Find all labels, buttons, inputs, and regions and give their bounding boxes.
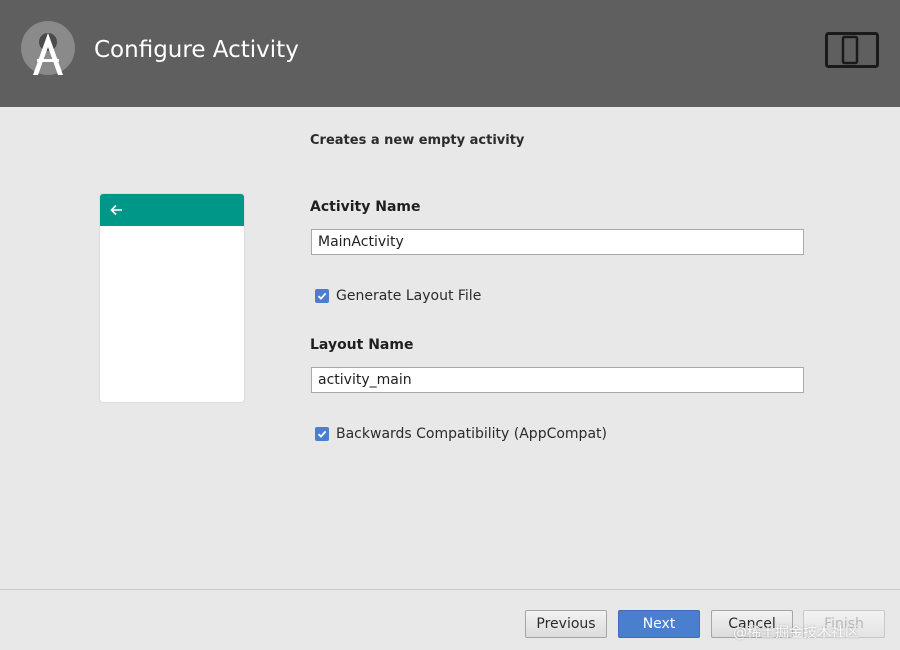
checkmark-icon — [317, 430, 327, 438]
previous-button[interactable]: Previous — [525, 610, 607, 638]
backwards-compat-checkbox-row[interactable]: Backwards Compatibility (AppCompat) — [315, 425, 607, 443]
activity-name-input[interactable] — [311, 229, 804, 255]
header-bar: Configure Activity — [0, 0, 900, 107]
footer-divider — [0, 589, 900, 590]
backwards-compat-checkbox[interactable] — [315, 427, 329, 441]
next-button[interactable]: Next — [618, 610, 700, 638]
configure-activity-window: Configure Activity Creates a new empty a… — [0, 0, 900, 650]
android-studio-logo-icon — [21, 21, 75, 75]
checkmark-icon — [317, 292, 327, 300]
activity-description: Creates a new empty activity — [310, 133, 525, 148]
layout-name-input[interactable] — [311, 367, 804, 393]
layout-name-label: Layout Name — [310, 337, 414, 353]
page-title: Configure Activity — [94, 37, 299, 63]
arrow-left-icon — [110, 204, 122, 216]
generate-layout-label: Generate Layout File — [336, 288, 482, 304]
backwards-compat-label: Backwards Compatibility (AppCompat) — [336, 426, 607, 442]
activity-name-label: Activity Name — [310, 199, 421, 215]
activity-preview — [100, 194, 244, 402]
generate-layout-checkbox[interactable] — [315, 289, 329, 303]
generate-layout-checkbox-row[interactable]: Generate Layout File — [315, 287, 481, 305]
watermark-text: @稀土掘金技术社区 — [733, 625, 859, 641]
preview-toolbar — [100, 194, 244, 226]
tablet-phone-icon — [825, 32, 879, 68]
